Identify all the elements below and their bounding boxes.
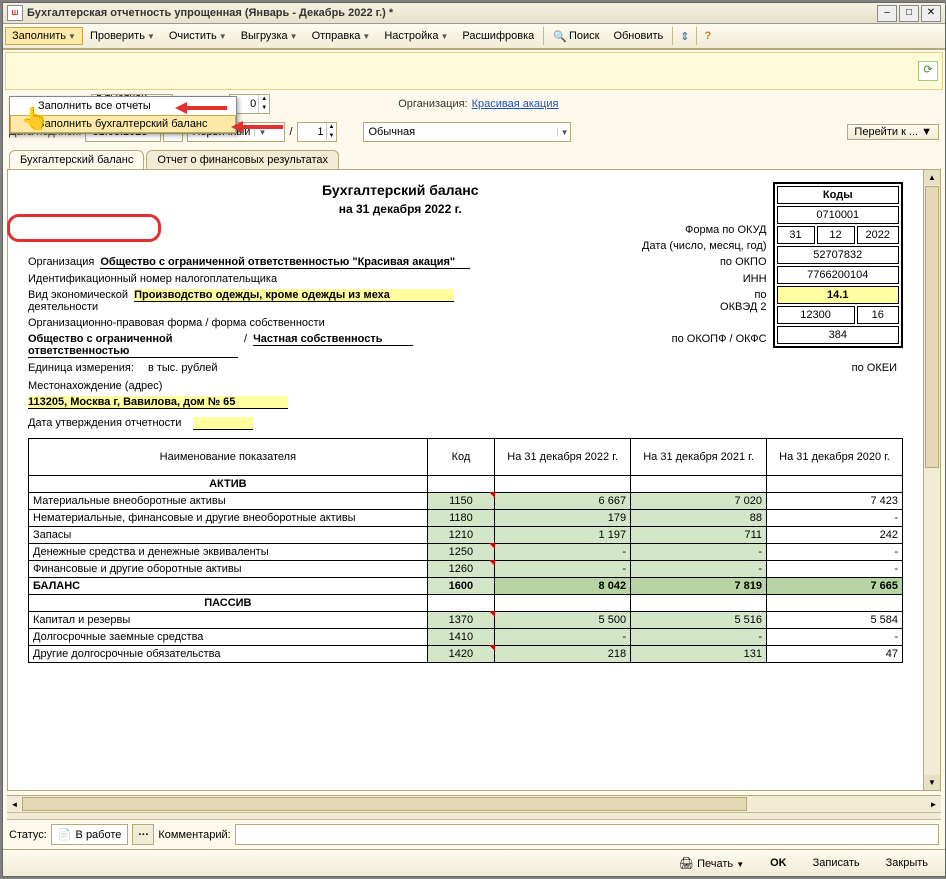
tab-balance[interactable]: Бухгалтерский баланс: [9, 150, 144, 169]
comment-label: Комментарий:: [158, 829, 230, 841]
status-row: Статус: 📄В работе … Комментарий:: [3, 820, 945, 849]
table-row[interactable]: Другие долгосрочные обязательства1420218…: [29, 646, 903, 663]
upload-button[interactable]: Выгрузка▼: [234, 27, 305, 45]
table-row[interactable]: Материальные внеоборотные активы11506 66…: [29, 493, 903, 510]
tab-results[interactable]: Отчет о финансовых результатах: [146, 150, 339, 169]
decode-button[interactable]: Расшифровка: [455, 27, 541, 45]
fill-button[interactable]: Заполнить▼: [5, 27, 83, 45]
table-row[interactable]: Нематериальные, финансовые и другие внео…: [29, 510, 903, 527]
search-icon: 🔍: [553, 30, 567, 43]
check-button[interactable]: Проверить▼: [83, 27, 162, 45]
scroll-right-icon[interactable]: ►: [926, 800, 941, 809]
scroll-thumb[interactable]: [925, 186, 939, 468]
info-band: ⟳: [5, 52, 943, 90]
org-link[interactable]: Красивая акация: [472, 98, 559, 110]
search-button[interactable]: 🔍Поиск: [546, 27, 606, 46]
scroll-up-icon[interactable]: ▲: [924, 170, 940, 185]
app-icon: ш: [7, 5, 23, 21]
hscroll-thumb[interactable]: [22, 797, 747, 811]
number-spinner[interactable]: ▲▼: [297, 122, 338, 142]
table-row[interactable]: Денежные средства и денежные эквиваленты…: [29, 544, 903, 561]
doc-tabs: Бухгалтерский баланс Отчет о финансовых …: [9, 150, 945, 169]
titlebar: ш Бухгалтерская отчетность упрощенная (Я…: [3, 3, 945, 24]
window-title: Бухгалтерская отчетность упрощенная (Янв…: [27, 7, 877, 19]
print-icon: 🖨: [679, 856, 694, 870]
help-button[interactable]: ?: [699, 27, 716, 45]
status-label: Статус:: [9, 829, 47, 841]
close-button[interactable]: ✕: [921, 5, 941, 22]
table-row[interactable]: БАЛАНС16008 0427 8197 665: [29, 578, 903, 595]
horizontal-scrollbar[interactable]: ◄ ►: [7, 795, 941, 812]
save-button[interactable]: Записать: [804, 854, 869, 872]
table-row[interactable]: Запасы12101 197711242: [29, 527, 903, 544]
app-window: ш Бухгалтерская отчетность упрощенная (Я…: [2, 2, 946, 877]
ok-button[interactable]: OK: [761, 854, 796, 872]
document-area: Коды 0710001 31122022 52707832 776620010…: [7, 169, 941, 791]
balance-table: Наименование показателяКод На 31 декабря…: [28, 438, 903, 663]
status-edit-button[interactable]: …: [132, 824, 154, 845]
send-button[interactable]: Отправка▼: [305, 27, 378, 45]
codes-table: Коды 0710001 31122022 52707832 776620010…: [773, 182, 903, 348]
table-row[interactable]: Финансовые и другие оборотные активы1260…: [29, 561, 903, 578]
refresh-button[interactable]: Обновить: [606, 27, 670, 45]
fill-all-item[interactable]: Заполнить все отчеты: [10, 97, 236, 115]
org-label: Организация:: [398, 98, 467, 110]
expand-icon: ⇕: [680, 30, 689, 43]
type-select[interactable]: Обычная▼: [363, 122, 571, 142]
scroll-left-icon[interactable]: ◄: [7, 800, 22, 809]
bottom-bar: 🖨 Печать ▼ OK Записать Закрыть: [3, 849, 945, 876]
fill-balance-item[interactable]: Заполнить бухгалтерский баланс: [10, 115, 236, 133]
comment-field[interactable]: [235, 824, 939, 845]
doc-icon: 📄: [58, 828, 72, 841]
fill-dropdown: Заполнить все отчеты Заполнить бухгалтер…: [9, 96, 237, 134]
scroll-down-icon[interactable]: ▼: [924, 775, 940, 790]
expand-button[interactable]: ⇕: [675, 27, 694, 46]
band-refresh-button[interactable]: ⟳: [918, 61, 938, 81]
settings-button[interactable]: Настройка▼: [377, 27, 455, 45]
table-row[interactable]: Капитал и резервы13705 5005 5165 584: [29, 612, 903, 629]
main-toolbar: Заполнить▼ Проверить▼ Очистить▼ Выгрузка…: [3, 24, 945, 49]
document-scroll[interactable]: Коды 0710001 31122022 52707832 776620010…: [8, 170, 923, 790]
minimize-button[interactable]: –: [877, 5, 897, 22]
splitter[interactable]: [7, 812, 941, 820]
print-button[interactable]: 🖨 Печать ▼: [670, 853, 753, 873]
close-window-button[interactable]: Закрыть: [877, 854, 937, 872]
refresh-icon: ⟳: [923, 64, 932, 76]
clear-button[interactable]: Очистить▼: [162, 27, 234, 45]
table-row[interactable]: Долгосрочные заемные средства1410---: [29, 629, 903, 646]
vertical-scrollbar[interactable]: ▲ ▼: [923, 170, 940, 790]
status-value[interactable]: 📄В работе: [51, 824, 129, 845]
help-icon: ?: [704, 30, 711, 42]
maximize-button[interactable]: □: [899, 5, 919, 22]
goto-button[interactable]: Перейти к ...▼: [847, 124, 939, 140]
